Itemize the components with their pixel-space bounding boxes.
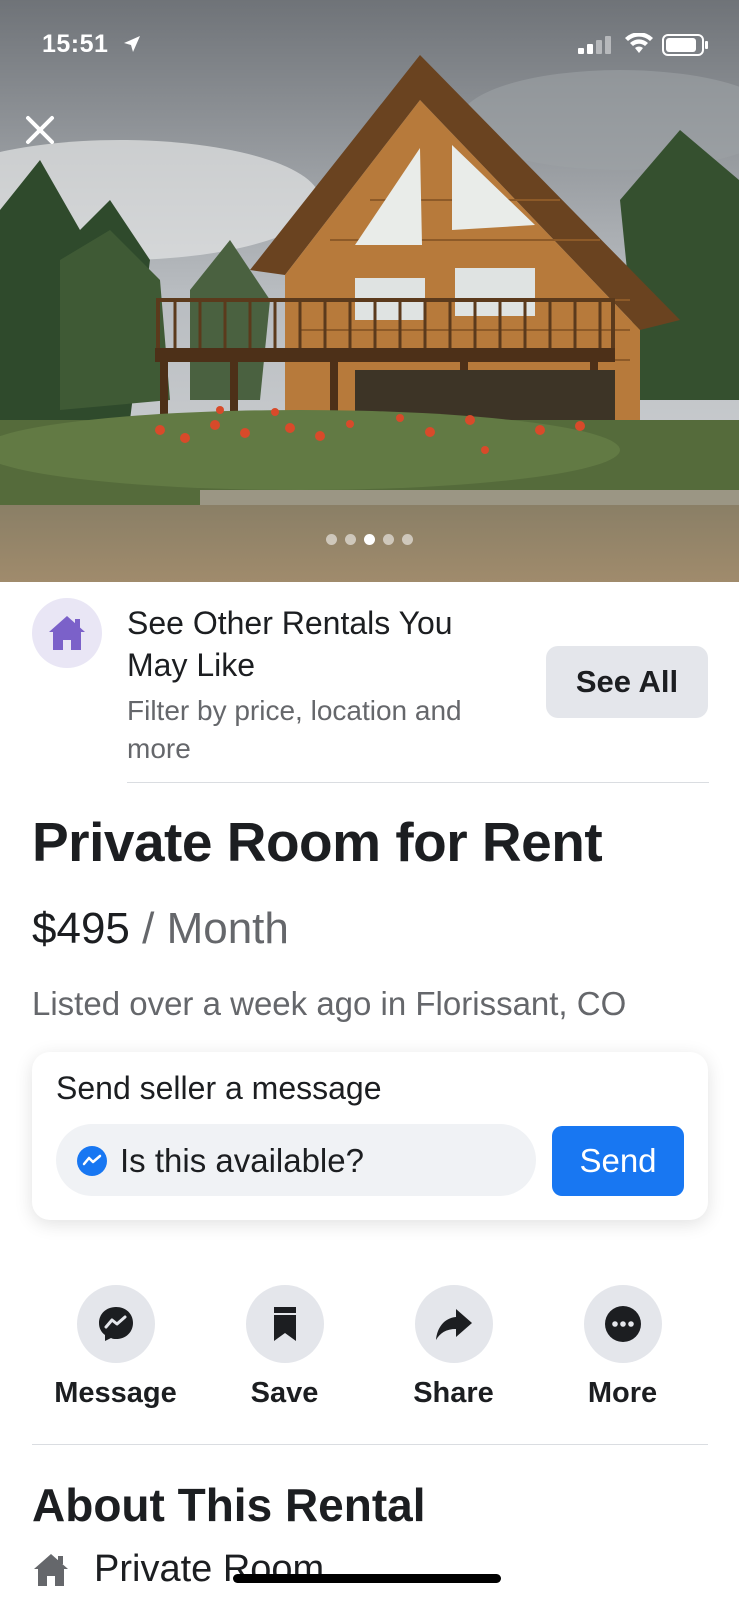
status-time: 15:51	[42, 30, 109, 58]
divider	[32, 1444, 708, 1445]
pager-dot[interactable]	[402, 534, 413, 545]
see-all-button[interactable]: See All	[546, 646, 708, 718]
listing-title: Private Room for Rent	[32, 811, 603, 873]
more-icon	[604, 1306, 641, 1342]
more-action-circle[interactable]	[583, 1285, 662, 1363]
price-amount: $495	[32, 904, 130, 953]
listed-info: Listed over a week ago in Florissant, CO	[32, 985, 627, 1022]
message-input-value[interactable]: Is this available?	[120, 1142, 364, 1180]
wifi-icon	[625, 33, 653, 53]
message-action-label[interactable]: Message	[31, 1377, 200, 1410]
status-bar: 15:51	[0, 0, 739, 90]
home-icon	[34, 1554, 68, 1586]
message-card: Send seller a message Is this available?…	[32, 1052, 708, 1220]
home-indicator[interactable]	[233, 1574, 501, 1583]
save-action-label[interactable]: Save	[200, 1377, 369, 1410]
house-icon	[49, 616, 85, 650]
share-action-circle[interactable]	[414, 1285, 493, 1363]
rec-subtitle: Filter by price, location and more	[127, 692, 527, 768]
house-avatar	[32, 598, 102, 668]
message-input[interactable]: Is this available?	[56, 1124, 536, 1196]
listing-price: $495 / Month	[32, 904, 289, 954]
pager-dot[interactable]	[326, 534, 337, 545]
share-icon	[435, 1309, 472, 1340]
pager-dot-active[interactable]	[364, 534, 375, 545]
photo-pager[interactable]	[0, 534, 739, 545]
action-bar: Message Save Share More	[0, 1285, 739, 1415]
share-action[interactable]: Share	[369, 1285, 538, 1410]
price-period: / Month	[142, 904, 289, 953]
rec-subtitle-line2: more	[127, 733, 191, 764]
about-title: About This Rental	[32, 1479, 426, 1531]
rec-subtitle-line1: Filter by price, location and	[127, 695, 462, 726]
message-label: Send seller a message	[56, 1070, 382, 1106]
save-action[interactable]: Save	[200, 1285, 369, 1410]
pager-dot[interactable]	[383, 534, 394, 545]
close-icon[interactable]	[20, 110, 60, 150]
bookmark-icon	[273, 1307, 296, 1341]
rec-title-line1: See Other Rentals You	[127, 605, 453, 641]
message-action-circle[interactable]	[76, 1285, 155, 1363]
battery-icon	[662, 34, 708, 56]
more-action[interactable]: More	[538, 1285, 707, 1410]
more-action-label[interactable]: More	[538, 1377, 707, 1410]
location-arrow-icon	[124, 36, 140, 52]
rental-type: Private Room	[94, 1548, 325, 1590]
share-action-label[interactable]: Share	[369, 1377, 538, 1410]
rec-title-line2: May Like	[127, 647, 256, 683]
rec-title: See Other Rentals You May Like	[127, 602, 527, 686]
listing-photo[interactable]: 15:51	[0, 0, 739, 582]
divider	[127, 782, 709, 783]
save-action-circle[interactable]	[245, 1285, 324, 1363]
other-rentals-banner[interactable]: See Other Rentals You May Like Filter by…	[0, 582, 739, 783]
pager-dot[interactable]	[345, 534, 356, 545]
message-action[interactable]: Message	[31, 1285, 200, 1410]
messenger-icon	[77, 1146, 107, 1176]
cell-signal-icon	[578, 36, 611, 54]
messenger-icon	[98, 1307, 133, 1341]
send-button[interactable]: Send	[552, 1126, 684, 1196]
